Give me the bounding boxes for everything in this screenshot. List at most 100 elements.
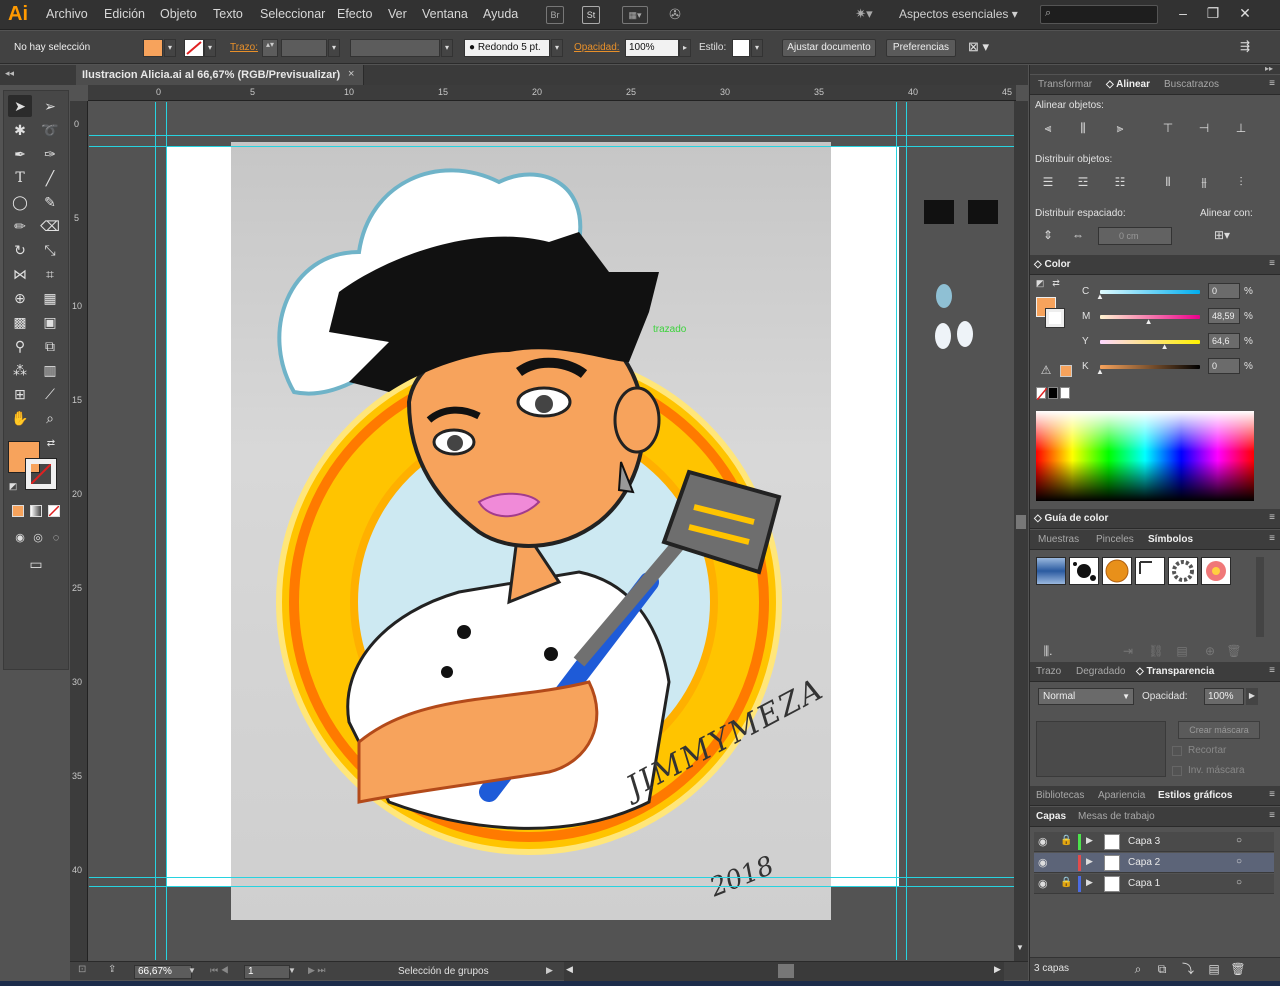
slice-tool-icon[interactable]: ⟋ [38, 383, 62, 405]
channel-value-input[interactable]: 48,59 [1208, 308, 1240, 324]
lock-toggle[interactable] [1060, 856, 1070, 868]
scale-tool-icon[interactable]: ⤡ [38, 239, 62, 261]
profile-dropdown[interactable]: ▾ [441, 39, 453, 57]
stroke-weight-dropdown[interactable]: ▾ [328, 39, 340, 57]
transparency-opacity-input[interactable]: 100% [1204, 688, 1244, 705]
type-tool-icon[interactable]: T [8, 167, 32, 189]
none-mode-icon[interactable] [48, 505, 60, 517]
scroll-left-icon[interactable]: ◀ [566, 964, 573, 975]
visibility-eye-icon[interactable]: ◉ [1038, 877, 1048, 890]
stroke-swatch[interactable] [184, 39, 204, 57]
tab-alinear[interactable]: ◇ Alinear [1106, 79, 1150, 90]
symbol-orange-button[interactable] [1102, 557, 1132, 585]
out-of-gamut-warning-icon[interactable]: ⚠ [1038, 362, 1054, 378]
distribute-bottom-icon[interactable]: ☷ [1112, 174, 1128, 190]
new-sublayer-icon[interactable]: ⤵ [1180, 961, 1196, 977]
invert-mask-checkbox[interactable] [1172, 766, 1182, 776]
guide-vertical[interactable] [166, 102, 167, 960]
expand-layer-icon[interactable]: ▶ [1086, 877, 1093, 888]
tab-pinceles[interactable]: Pinceles [1096, 534, 1134, 545]
document-tab[interactable]: Ilustracion Alicia.ai al 66,67% (RGB/Pre… [76, 65, 364, 85]
channel-value-input[interactable]: 0 [1208, 358, 1240, 374]
white-swatch[interactable] [1060, 387, 1070, 399]
menu-archivo[interactable]: Archivo [46, 7, 88, 21]
fill-dropdown[interactable]: ▾ [164, 39, 176, 57]
color-mode-icon[interactable] [12, 505, 24, 517]
brush-definition[interactable]: ● Redondo 5 pt. [464, 39, 550, 57]
free-transform-tool-icon[interactable]: ⌗ [38, 263, 62, 285]
blend-tool-icon[interactable]: ⧉ [38, 335, 62, 357]
delete-symbol-icon[interactable]: 🗑 [1226, 643, 1242, 659]
symbol-ink-splat[interactable] [1069, 557, 1099, 585]
line-tool-icon[interactable]: ╱ [38, 167, 62, 189]
stroke-color-box[interactable] [25, 458, 57, 490]
vertical-ruler[interactable]: 0 5 10 15 20 25 30 35 40 [70, 101, 88, 961]
menu-ventana[interactable]: Ventana [422, 7, 468, 21]
menu-ver[interactable]: Ver [388, 7, 407, 21]
tab-transparencia[interactable]: ◇ Transparencia [1136, 666, 1214, 677]
menu-objeto[interactable]: Objeto [160, 7, 197, 21]
chef-illustration[interactable] [89, 102, 1014, 960]
make-mask-button[interactable]: Crear máscara [1178, 721, 1260, 739]
symbol-chain-wreath[interactable] [1168, 557, 1198, 585]
style-swatch[interactable] [732, 39, 750, 57]
channel-slider[interactable] [1100, 365, 1200, 369]
artboard-dropdown-icon[interactable]: ▼ [288, 966, 296, 975]
color-stroke-box[interactable] [1045, 308, 1065, 328]
distribute-vcenter-icon[interactable]: ☲ [1075, 174, 1091, 190]
brush-dropdown[interactable]: ▾ [551, 39, 563, 57]
shape-builder-tool-icon[interactable]: ⊕ [8, 287, 32, 309]
symbol-flower[interactable] [1201, 557, 1231, 585]
arrange-icon[interactable]: ⊠ ▾ [968, 39, 989, 55]
align-right-icon[interactable]: ⫸ [1112, 120, 1128, 136]
menu-edicion[interactable]: Edición [104, 7, 145, 21]
share-icon[interactable]: ⇪ [108, 964, 116, 975]
style-dropdown[interactable]: ▾ [751, 39, 763, 57]
artboard-tool-icon[interactable]: ⊞ [8, 383, 32, 405]
panel-menu-icon[interactable]: ≡ [1269, 789, 1275, 800]
panel-menu-icon[interactable]: ≡ [1269, 665, 1275, 676]
arrange-documents-icon[interactable]: ▦▾ [622, 6, 648, 24]
first-artboard-icon[interactable]: ⏮ ◀ [210, 965, 229, 976]
artboard-number-input[interactable]: 1 [244, 965, 290, 979]
distribute-hcenter-icon[interactable]: ⫵ [1196, 174, 1212, 190]
curvature-tool-icon[interactable]: ✑ [38, 143, 62, 165]
slider-thumb[interactable]: ▲ [1096, 367, 1104, 376]
align-left-icon[interactable]: ⫷ [1040, 120, 1056, 136]
column-graph-tool-icon[interactable]: ▥ [38, 359, 62, 381]
visibility-eye-icon[interactable]: ◉ [1038, 835, 1048, 848]
symbol-corner[interactable] [1135, 557, 1165, 585]
tab-apariencia[interactable]: Apariencia [1098, 790, 1145, 801]
visibility-eye-icon[interactable]: ◉ [1038, 856, 1048, 869]
new-layer-icon[interactable]: ▤ [1206, 961, 1222, 977]
in-gamut-color-swatch[interactable] [1060, 365, 1072, 377]
expand-layer-icon[interactable]: ▶ [1086, 835, 1093, 846]
zoom-tool-icon[interactable]: ⌕ [38, 407, 62, 429]
rotate-tool-icon[interactable]: ↻ [8, 239, 32, 261]
stroke-label[interactable]: Trazo: [230, 42, 258, 53]
locate-object-icon[interactable]: ⌕ [1130, 961, 1146, 977]
distribute-right-icon[interactable]: ⫶ [1233, 174, 1249, 190]
slider-thumb[interactable]: ▲ [1161, 342, 1169, 351]
magic-wand-tool-icon[interactable]: ✱ [8, 119, 32, 141]
tab-capas[interactable]: Capas [1036, 811, 1066, 822]
tab-simbolos[interactable]: Símbolos [1148, 534, 1193, 545]
none-swatch[interactable] [1036, 387, 1047, 400]
guide-horizontal[interactable] [89, 886, 1014, 887]
zoom-dropdown-icon[interactable]: ▼ [188, 966, 196, 975]
delete-layer-icon[interactable]: 🗑 [1230, 961, 1246, 977]
hand-tool-icon[interactable]: ✋ [8, 407, 32, 429]
gradient-mode-icon[interactable] [30, 505, 42, 517]
color-spectrum[interactable] [1036, 411, 1254, 501]
distribute-top-icon[interactable]: ☰ [1040, 174, 1056, 190]
menu-efecto[interactable]: Efecto [337, 7, 372, 21]
sync-settings-icon[interactable]: ✷▾ [852, 6, 876, 24]
close-tab-icon[interactable]: × [348, 68, 354, 80]
variable-width-profile[interactable] [350, 39, 440, 57]
opacity-slider-arrow[interactable]: ▶ [1246, 688, 1258, 705]
vertical-scrollbar[interactable]: ▼ [1014, 101, 1028, 961]
panel-menu-icon[interactable]: ≡ [1269, 810, 1275, 821]
scrollbar-thumb[interactable] [778, 964, 794, 978]
symbols-scrollbar[interactable] [1256, 557, 1264, 637]
scrollbar-thumb[interactable] [1016, 515, 1026, 529]
